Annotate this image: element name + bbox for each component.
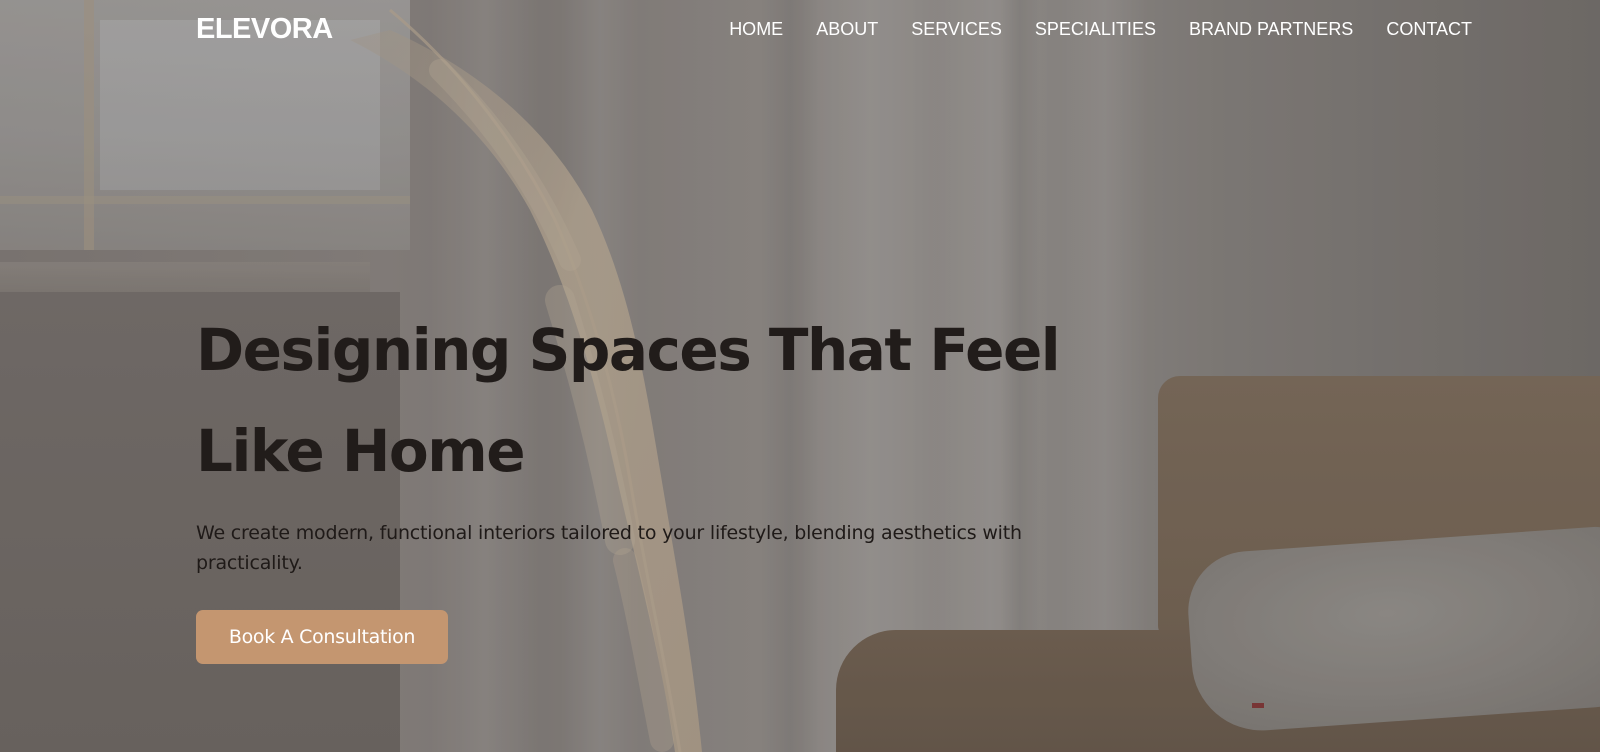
nav-link-about[interactable]: ABOUT xyxy=(816,19,878,39)
nav-item-brand-partners: BRAND PARTNERS xyxy=(1189,19,1353,40)
book-consultation-button[interactable]: Book A Consultation xyxy=(196,610,448,664)
nav-link-contact[interactable]: CONTACT xyxy=(1386,19,1472,39)
nav-item-services: SERVICES xyxy=(911,19,1002,40)
nav-item-contact: CONTACT xyxy=(1386,19,1472,40)
nav-link-services[interactable]: SERVICES xyxy=(911,19,1002,39)
site-header: ELEVORA HOME ABOUT SERVICES SPECIALITIES… xyxy=(196,0,1472,58)
brand-logo[interactable]: ELEVORA xyxy=(196,13,333,46)
hero-title: Designing Spaces That Feel Like Home xyxy=(196,300,1076,502)
nav-link-brand-partners[interactable]: BRAND PARTNERS xyxy=(1189,19,1353,39)
nav-item-home: HOME xyxy=(729,19,783,40)
main-nav: HOME ABOUT SERVICES SPECIALITIES BRAND P… xyxy=(729,19,1472,40)
hero-subtitle: We create modern, functional interiors t… xyxy=(196,522,1022,574)
hero-title-line-1: Designing Spaces That Feel xyxy=(196,316,1061,384)
nav-item-about: ABOUT xyxy=(816,19,878,40)
nav-link-specialities[interactable]: SPECIALITIES xyxy=(1035,19,1156,39)
nav-link-home[interactable]: HOME xyxy=(729,19,783,39)
nav-item-specialities: SPECIALITIES xyxy=(1035,19,1156,40)
hero-section: Designing Spaces That Feel Like Home We … xyxy=(196,300,1076,664)
hero-title-line-2: Like Home xyxy=(196,417,526,485)
